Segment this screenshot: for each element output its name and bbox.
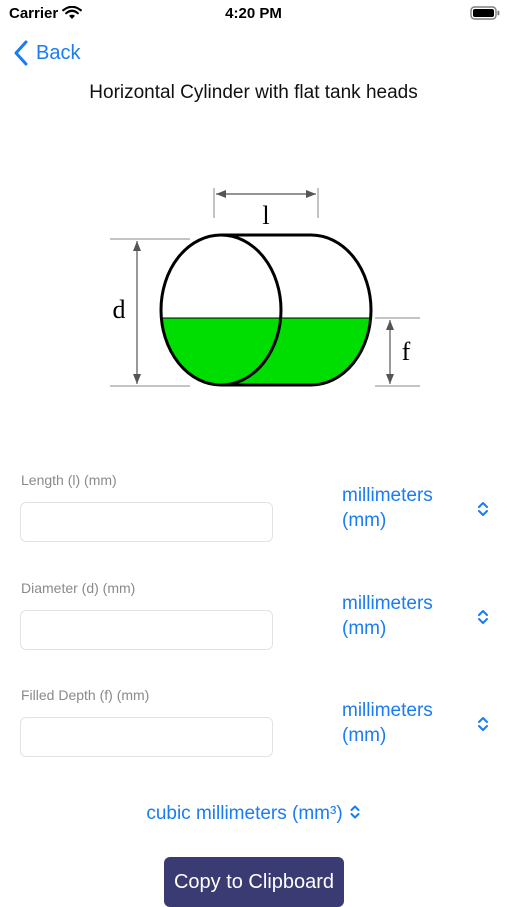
back-label: Back <box>36 41 81 64</box>
result-unit-label: cubic millimeters (mm³) <box>146 803 343 824</box>
filled-depth-unit-label: millimeters (mm) <box>342 700 433 746</box>
diameter-unit-picker[interactable]: millimeters (mm) <box>342 591 502 643</box>
diameter-input[interactable] <box>20 610 273 650</box>
page-title: Horizontal Cylinder with flat tank heads <box>89 82 418 103</box>
chevron-up-down-icon <box>350 805 360 819</box>
length-input[interactable] <box>20 502 273 542</box>
battery-icon <box>470 6 500 20</box>
length-label: Length (l) (mm) <box>21 472 117 488</box>
chevron-up-down-icon <box>478 610 488 624</box>
filled-depth-input[interactable] <box>20 717 273 757</box>
length-unit-label: millimeters (mm) <box>342 485 433 531</box>
back-button[interactable]: Back <box>14 38 80 68</box>
filled-depth-unit-picker[interactable]: millimeters (mm) <box>342 698 502 750</box>
cylinder-diagram: l d f <box>110 188 420 387</box>
chevron-left-icon <box>14 40 28 66</box>
filled-depth-label: Filled Depth (f) (mm) <box>21 687 150 703</box>
diameter-label: Diameter (d) (mm) <box>21 580 136 596</box>
chevron-up-down-icon <box>478 717 488 731</box>
status-time: 4:20 PM <box>225 5 282 22</box>
diameter-dim-label: d <box>113 295 126 324</box>
result-unit-picker[interactable]: cubic millimeters (mm³) <box>0 803 507 825</box>
chevron-up-down-icon <box>478 502 488 516</box>
diameter-unit-label: millimeters (mm) <box>342 593 433 639</box>
fill-dim-label: f <box>402 337 411 366</box>
length-unit-picker[interactable]: millimeters (mm) <box>342 483 502 535</box>
length-dim-label: l <box>262 201 269 230</box>
